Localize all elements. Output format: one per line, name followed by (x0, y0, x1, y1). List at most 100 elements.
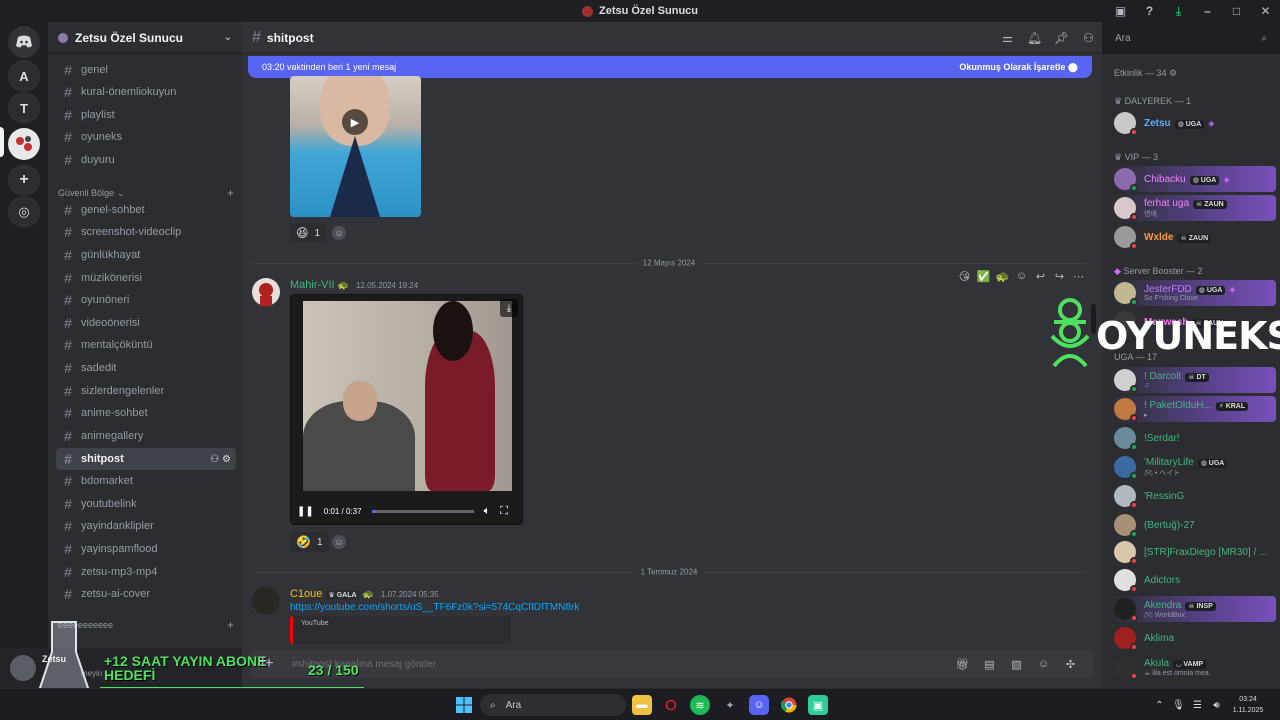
member-item[interactable]: Wxlde ☠ ZAUN (1110, 224, 1276, 250)
channel-item[interactable]: # animegallery (56, 425, 236, 447)
pin-icon[interactable]: 📌︎ (1048, 31, 1075, 45)
member-item[interactable]: ferhat uga ☠ ZAUN 영애 (1110, 195, 1276, 221)
channel-item[interactable]: # oyunöneri (56, 289, 236, 311)
close-button[interactable]: ✕ (1251, 4, 1280, 18)
member-item[interactable]: Zetsu ◍ UGA ◈ (1110, 110, 1276, 136)
author-name[interactable]: Mahir-VII (290, 279, 335, 291)
reply-icon[interactable]: ↩ (1031, 270, 1050, 283)
help-icon[interactable]: ? (1135, 4, 1164, 18)
server-t-icon[interactable]: T (8, 92, 40, 124)
mark-as-read-button[interactable]: Okunmuş Olarak İşaretle ⬤ (959, 62, 1078, 73)
volume-icon[interactable]: 🔈︎ (484, 505, 491, 518)
chevron-up-icon[interactable]: ⌃ (1150, 700, 1169, 711)
add-reaction-icon[interactable]: ☺ (332, 535, 346, 549)
add-reaction-icon[interactable]: ☺ (1012, 270, 1031, 282)
inbox-icon[interactable]: ▣ (1106, 4, 1135, 18)
channel-item[interactable]: # sizlerdengelenler (56, 380, 236, 402)
channel-item[interactable]: # yayinspamflood (56, 538, 236, 560)
channel-item[interactable]: # sadedit (56, 357, 236, 379)
taskbar-search[interactable]: ⌕ Ara (480, 694, 626, 716)
bell-icon[interactable]: 🔔︎ (1021, 31, 1048, 45)
emoji-reaction-icon[interactable]: 😘 (955, 270, 974, 283)
download-icon[interactable]: ⤓ (1164, 4, 1193, 19)
channel-item[interactable]: # anime-sohbet (56, 402, 236, 424)
member-item[interactable]: 'MilitaryLife ◍ UGA 🎮︎ • ヘイト (1110, 454, 1276, 480)
sticker-icon[interactable]: ▧ (1003, 658, 1030, 671)
guild-header[interactable]: Zetsu Özel Sunucu ⌄ (48, 22, 242, 54)
search-input[interactable]: Ara ⌕ (1110, 28, 1272, 48)
video-seek-bar[interactable] (371, 509, 474, 513)
channel-item[interactable]: # youtubelink (56, 493, 236, 515)
steam-icon[interactable]: ✦ (720, 695, 740, 715)
screen-share-icon[interactable]: + (258, 653, 267, 671)
channel-kural[interactable]: # kural-önemliokuyun (56, 81, 236, 103)
discover-icon[interactable]: ◎ (8, 196, 40, 228)
member-item[interactable]: ! PaketOlduH... ⚡ KRAL ▸ (1110, 396, 1276, 422)
member-item[interactable]: Aklima (1110, 625, 1276, 651)
avatar[interactable] (252, 587, 280, 615)
add-channel-icon[interactable]: + (227, 618, 234, 632)
volume-icon[interactable]: 🔊︎ (1207, 700, 1226, 711)
threads-icon[interactable]: ⚌ (994, 31, 1021, 45)
channel-genel[interactable]: # genel (56, 59, 236, 81)
reaction-laugh[interactable]: 😆 1 (290, 223, 327, 243)
apps-icon[interactable]: ✣ (1057, 658, 1084, 671)
reaction-rofl[interactable]: 🤣 1 (290, 532, 329, 552)
channel-oyuneks[interactable]: # oyuneks (56, 126, 236, 148)
member-item[interactable]: 'RessinG (1110, 483, 1276, 509)
new-messages-banner[interactable]: 03:20 vaktinden beri 1 yeni mesaj Okunmu… (248, 56, 1092, 78)
add-reaction-icon[interactable]: ☺ (332, 226, 346, 240)
avatar[interactable] (252, 278, 280, 306)
direct-messages-icon[interactable] (8, 26, 40, 58)
member-item[interactable]: Chibacku ◍ UGA ◈ (1110, 166, 1276, 192)
video-attachment[interactable]: ▶ (290, 76, 421, 217)
member-item[interactable]: Adictors (1110, 567, 1276, 593)
message-composer[interactable]: + #shitpost kanalına mesaj gönder 🎁︎ ▤ ▧… (250, 650, 1094, 678)
add-server-icon[interactable]: + (8, 164, 40, 196)
channel-item[interactable]: # bdomarket (56, 470, 236, 492)
windows-start-icon[interactable] (454, 695, 474, 715)
channel-duyuru[interactable]: # duyuru (56, 149, 236, 171)
add-channel-icon[interactable]: + (227, 186, 234, 200)
channel-item[interactable]: # videoönerisi (56, 312, 236, 334)
author-name[interactable]: C1oue (290, 588, 322, 600)
channel-shitpost[interactable]: # shitpost ⚇ ⚙ (56, 448, 236, 470)
gif-icon[interactable]: ▤ (976, 658, 1003, 671)
message-link[interactable]: https://youtube.com/shorts/uS__TF6Fz0k?s… (290, 602, 579, 613)
turtle-reaction-icon[interactable]: 🐢 (993, 270, 1012, 283)
maximize-button[interactable]: □ (1222, 4, 1251, 18)
member-item[interactable]: !Serdar! (1110, 425, 1276, 451)
opera-icon[interactable]: O (661, 695, 681, 715)
member-item[interactable]: ! Darcolt ☠ DT ♫ (1110, 367, 1276, 393)
taskbar-clock[interactable]: 03:24 1.11.2025 (1228, 694, 1268, 716)
download-icon[interactable]: ⤓ (500, 299, 518, 317)
chrome-icon[interactable] (779, 695, 799, 715)
member-item[interactable]: [STR]FraxDiego [MR30] / ... (1110, 539, 1276, 565)
network-icon[interactable]: ☰ (1188, 700, 1207, 711)
gear-icon[interactable]: ⚙ (222, 454, 231, 465)
channel-item[interactable]: # genel-sohbet (56, 199, 236, 221)
member-item[interactable]: (Bertuğ)-27 (1110, 512, 1276, 538)
channel-item[interactable]: # yayindanklipler (56, 515, 236, 537)
more-options-icon[interactable]: ⋯ (1069, 270, 1088, 283)
channel-item[interactable]: # günlükhayat (56, 244, 236, 266)
server-a-icon[interactable]: A (8, 60, 40, 92)
member-list-icon[interactable]: ⚇ (1075, 31, 1102, 45)
discord-taskbar-icon[interactable]: ☺ (749, 695, 769, 715)
play-icon[interactable]: ▶ (342, 109, 368, 135)
file-explorer-icon[interactable]: ▬ (632, 695, 652, 715)
channel-item[interactable]: # zetsu-mp3-mp4 (56, 561, 236, 583)
channel-item[interactable]: # mentalçöküntü (56, 334, 236, 356)
channel-item[interactable]: # screenshot-videoclip (56, 221, 236, 243)
minimize-button[interactable]: – (1193, 4, 1222, 18)
channel-playlist[interactable]: # playlist (56, 104, 236, 126)
check-reaction-icon[interactable]: ✅ (974, 270, 993, 283)
microphone-icon[interactable]: 🎙︎ (1169, 700, 1188, 711)
member-item[interactable]: Akendra ☠ INSP 🎮︎ WorldBox (1110, 596, 1276, 622)
forward-icon[interactable]: ↪ (1050, 270, 1069, 283)
channel-item[interactable]: # müzikönerisi (56, 267, 236, 289)
app-icon[interactable]: ▣ (808, 695, 828, 715)
gift-icon[interactable]: 🎁︎ (949, 658, 976, 671)
fullscreen-icon[interactable]: ⛶ (500, 505, 508, 518)
category-guvenli-bolge[interactable]: Güvenli Bölge ⌄ + (58, 186, 234, 200)
